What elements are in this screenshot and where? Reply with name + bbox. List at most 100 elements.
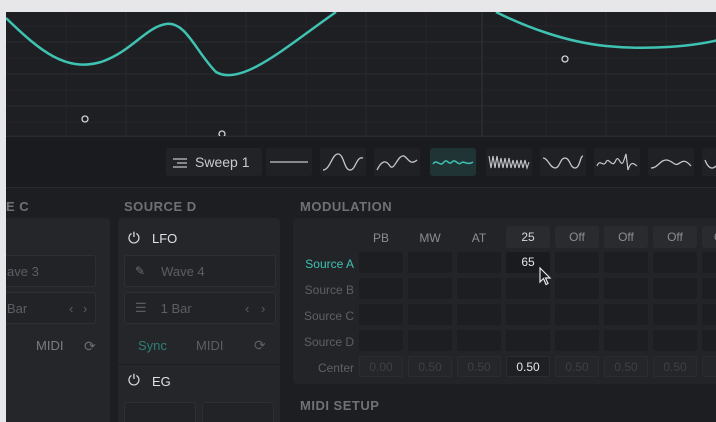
source-c-wave-field[interactable]: ave 3 xyxy=(6,255,96,287)
matrix-cell[interactable] xyxy=(408,304,452,325)
source-d-length-field[interactable]: ☰ 1 Bar ‹ › xyxy=(124,292,276,324)
source-d-header: SOURCE D xyxy=(124,199,197,214)
matrix-cell[interactable] xyxy=(457,304,501,325)
power-icon[interactable]: ⏻ xyxy=(128,230,140,247)
center-value[interactable]: 0.00 xyxy=(359,356,403,377)
modulation-header: MODULATION xyxy=(300,199,393,214)
eg-field-1[interactable] xyxy=(124,402,196,422)
matrix-cell[interactable] xyxy=(555,304,599,325)
matrix-cell[interactable] xyxy=(555,330,599,351)
chevron-left-icon[interactable]: ‹ xyxy=(245,301,249,316)
preset-selector[interactable]: Sweep 1 xyxy=(166,148,262,176)
shape-smooth-hump-wave[interactable] xyxy=(320,148,366,176)
sync-button[interactable]: Sync xyxy=(138,338,167,353)
row-label-center: Center xyxy=(317,361,354,375)
loop-icon[interactable]: ⟳ xyxy=(254,337,266,354)
column-header-pb: PB xyxy=(372,231,389,245)
list-icon xyxy=(173,156,187,168)
source-d-wave-label: Wave 4 xyxy=(161,263,205,279)
matrix-cell[interactable] xyxy=(653,278,697,299)
column-header-at: AT xyxy=(471,231,487,245)
chevron-left-icon[interactable]: ‹ xyxy=(69,301,73,316)
center-value[interactable]: 0.50 xyxy=(653,356,697,377)
column-header-off[interactable]: Of xyxy=(702,226,716,248)
source-d-panel: ⏻ LFO ✎ Wave 4 ☰ 1 Bar ‹ › Sync MIDI ⟳ ⏻… xyxy=(118,218,280,422)
matrix-cell[interactable] xyxy=(457,330,501,351)
center-value[interactable]: 0.50 xyxy=(555,356,599,377)
source-c-header: E C xyxy=(6,199,30,214)
matrix-cell[interactable] xyxy=(408,330,452,351)
matrix-cell[interactable] xyxy=(604,278,648,299)
shape-partial-wave[interactable] xyxy=(702,148,716,176)
pencil-icon: ✎ xyxy=(135,264,146,278)
matrix-cell[interactable] xyxy=(359,330,403,351)
matrix-cell[interactable] xyxy=(653,252,697,273)
list-icon: ☰ xyxy=(135,300,147,315)
shape-selector-bar: Sweep 1 xyxy=(6,136,716,188)
midi-setup-header: MIDI SETUP xyxy=(300,398,380,413)
matrix-cell[interactable] xyxy=(702,304,716,325)
shape-flat-line[interactable] xyxy=(266,148,312,176)
modulation-curve-graph[interactable] xyxy=(6,12,716,136)
curve-svg xyxy=(6,12,716,136)
shape-soft-zigzag[interactable] xyxy=(540,148,586,176)
shape-squiggle-wave[interactable] xyxy=(430,148,476,176)
shape-dense-oscillation[interactable] xyxy=(486,148,532,176)
center-value[interactable]: 0.50 xyxy=(506,356,550,377)
source-d-midi-button[interactable]: MIDI xyxy=(196,338,223,353)
column-header-off[interactable]: Off xyxy=(653,226,697,248)
eg-field-2[interactable] xyxy=(202,402,274,422)
chevron-right-icon[interactable]: › xyxy=(83,301,87,316)
shape-low-arch[interactable] xyxy=(648,148,694,176)
column-header-cc[interactable]: 25 xyxy=(506,226,550,248)
sweep-curve xyxy=(6,12,716,77)
matrix-cell[interactable] xyxy=(604,330,648,351)
matrix-cell[interactable] xyxy=(359,252,403,273)
matrix-cell[interactable] xyxy=(702,252,716,273)
curve-point xyxy=(561,55,569,63)
row-label-source-a: Source A xyxy=(305,257,354,271)
matrix-cell[interactable] xyxy=(457,278,501,299)
matrix-cell[interactable] xyxy=(555,278,599,299)
source-d-length-label: 1 Bar xyxy=(160,300,192,316)
loop-icon[interactable]: ⟳ xyxy=(84,338,96,355)
column-header-mw: MW xyxy=(419,231,441,245)
shape-spiky-wave[interactable] xyxy=(594,148,640,176)
source-c-midi-button[interactable]: MIDI xyxy=(36,338,63,353)
source-c-length-field[interactable]: Bar ‹ › xyxy=(6,292,96,324)
matrix-cell[interactable] xyxy=(457,252,501,273)
power-icon[interactable]: ⏻ xyxy=(128,372,140,389)
center-value[interactable]: 0.50 xyxy=(408,356,452,377)
center-value[interactable]: 0.50 xyxy=(604,356,648,377)
matrix-cell[interactable] xyxy=(653,304,697,325)
matrix-cell[interactable] xyxy=(653,330,697,351)
center-value[interactable]: 0.50 xyxy=(457,356,501,377)
row-label-source-c: Source C xyxy=(303,309,354,323)
column-header-off[interactable]: Off xyxy=(604,226,648,248)
matrix-cell[interactable] xyxy=(506,330,550,351)
row-label-source-b: Source B xyxy=(304,283,354,297)
shape-bumpy-wave[interactable] xyxy=(374,148,420,176)
matrix-cell[interactable] xyxy=(359,278,403,299)
matrix-cell[interactable] xyxy=(359,304,403,325)
source-d-wave-field[interactable]: ✎ Wave 4 xyxy=(124,255,276,287)
lfo-label: LFO xyxy=(152,231,178,246)
matrix-cell[interactable] xyxy=(408,252,452,273)
preset-name: Sweep 1 xyxy=(195,154,250,170)
plugin-window: Sweep 1 E C SOURCE D MODULATION MIDI SET… xyxy=(6,12,716,422)
curve-point xyxy=(81,115,89,123)
matrix-cell[interactable] xyxy=(555,252,599,273)
matrix-cell[interactable] xyxy=(604,304,648,325)
chevron-right-icon[interactable]: › xyxy=(261,301,265,316)
matrix-cell[interactable] xyxy=(702,330,716,351)
center-value[interactable] xyxy=(702,356,716,377)
column-header-off[interactable]: Off xyxy=(555,226,599,248)
matrix-cell[interactable] xyxy=(604,252,648,273)
eg-label: EG xyxy=(152,374,171,389)
row-label-source-d: Source D xyxy=(303,335,354,349)
matrix-cell[interactable] xyxy=(408,278,452,299)
mouse-cursor-icon xyxy=(539,267,552,286)
matrix-cell[interactable] xyxy=(702,278,716,299)
matrix-cell[interactable] xyxy=(506,304,550,325)
source-c-length-label: Bar xyxy=(7,300,28,316)
